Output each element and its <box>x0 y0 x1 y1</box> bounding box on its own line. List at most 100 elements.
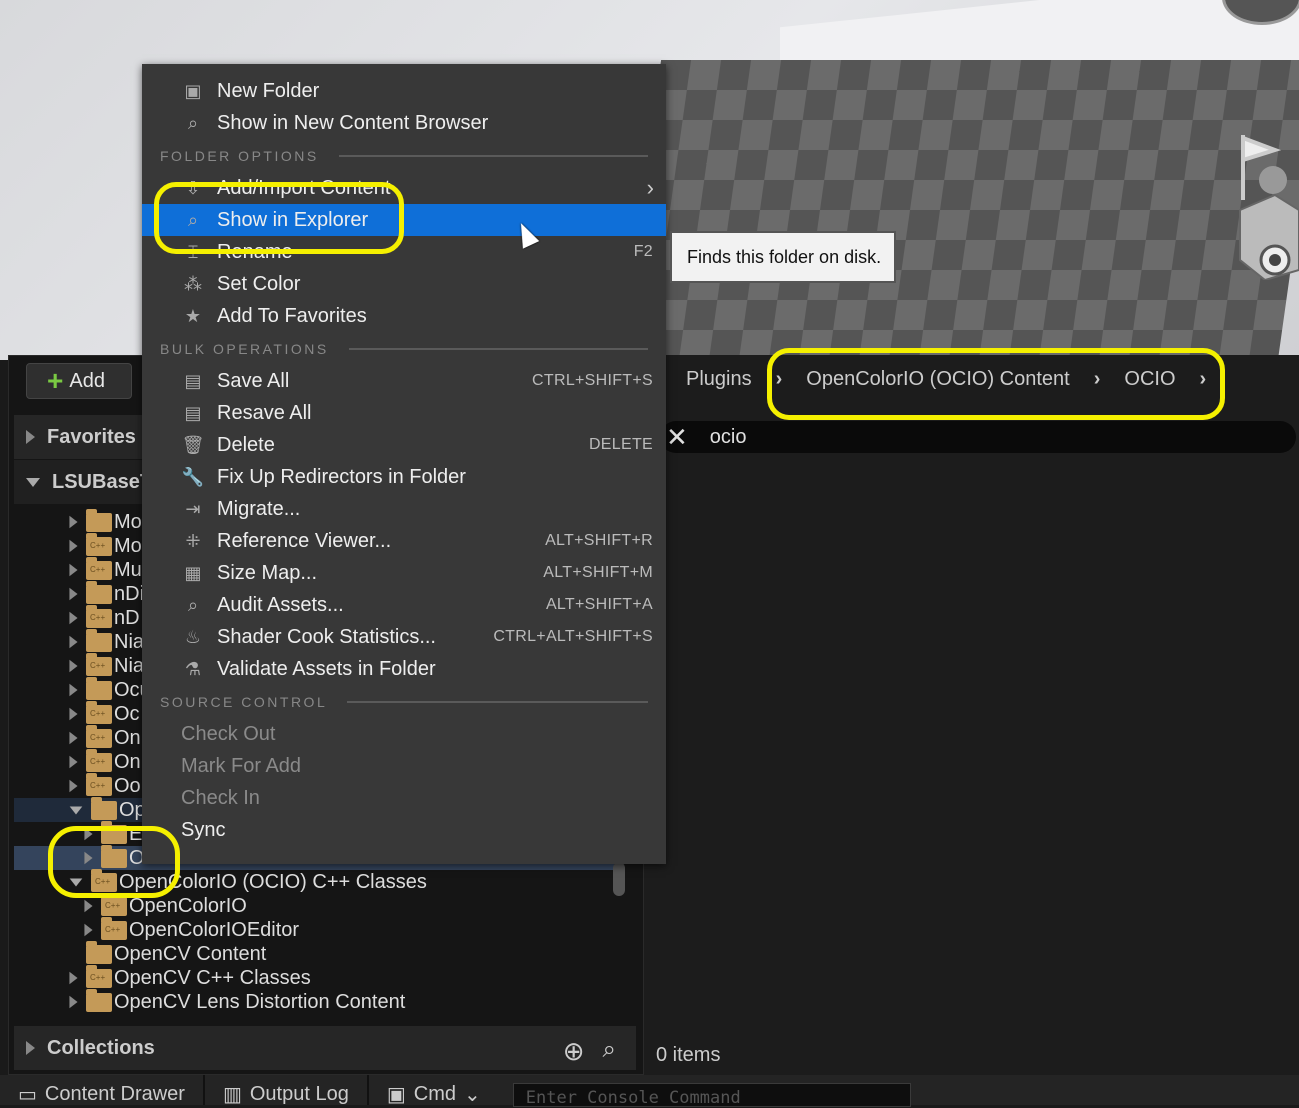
expand-arrow-icon[interactable] <box>69 635 78 649</box>
expand-arrow-icon[interactable] <box>69 755 78 769</box>
folder-icon <box>91 796 117 820</box>
add-button[interactable]: + Add <box>26 363 132 399</box>
folder-icon <box>86 676 112 700</box>
collapse-arrow-icon <box>26 477 40 487</box>
menu-item-resave-all[interactable]: ▤ Resave All <box>142 397 666 429</box>
tree-scrollbar[interactable] <box>613 862 625 896</box>
expand-arrow-icon[interactable] <box>69 683 78 697</box>
cmd-dropdown[interactable]: ▣ Cmd ⌄ <box>369 1075 499 1106</box>
menu-item-label: Save All <box>217 369 290 392</box>
menu-item-label: Audit Assets... <box>217 593 344 616</box>
expand-arrow-icon[interactable] <box>69 611 78 625</box>
menu-item-check-in[interactable]: Check In <box>142 782 666 814</box>
menu-item-save-all[interactable]: ▤ Save All CTRL+SHIFT+S <box>142 365 666 397</box>
menu-item-add-to-favorites[interactable]: ★ Add To Favorites <box>142 300 666 332</box>
tree-item-label: On <box>114 726 141 749</box>
console-input[interactable]: Enter Console Command <box>512 1083 911 1108</box>
menu-item-audit-assets[interactable]: ⌕ Audit Assets... ALT+SHIFT+A <box>142 589 666 621</box>
shader-icon: ♨ <box>184 626 202 647</box>
cpp-folder-icon <box>86 532 112 556</box>
expand-arrow-icon <box>26 430 35 444</box>
output-log-label: Output Log <box>249 1082 349 1105</box>
cmd-label: Cmd <box>413 1082 456 1105</box>
status-bar: ▭ Content Drawer ▥ Output Log ▣ Cmd ⌄ Enter … <box>0 1075 1299 1108</box>
output-log-button[interactable]: ▥ Output Log <box>205 1075 369 1106</box>
menu-item-check-out[interactable]: Check Out <box>142 718 666 750</box>
menu-item-label: Shader Cook Statistics... <box>217 625 436 648</box>
menu-item-delete[interactable]: 🗑 Delete DELETE <box>142 429 666 461</box>
expand-arrow-icon[interactable] <box>69 539 78 553</box>
item-count: 0 items <box>656 1044 721 1066</box>
tree-item[interactable]: OpenCV Lens Distortion Content <box>14 988 614 1014</box>
menu-item-migrate[interactable]: ⇥ Migrate... <box>142 493 666 525</box>
expand-arrow-icon[interactable] <box>69 587 78 601</box>
expand-arrow-icon[interactable] <box>84 923 93 937</box>
tree-item-label: Mu <box>114 558 142 581</box>
add-collection-icon[interactable]: ⊕ <box>563 1036 585 1067</box>
menu-item-label: Add To Favorites <box>217 304 367 327</box>
shortcut-label: ALT+SHIFT+A <box>545 596 653 613</box>
folder-search-icon: ⌕ <box>187 112 199 133</box>
tree-item-label: On <box>114 750 141 773</box>
expand-arrow-icon[interactable] <box>69 659 78 673</box>
menu-item-size-map[interactable]: ▦ Size Map... ALT+SHIFT+M <box>142 557 666 589</box>
menu-item-mark-for-add[interactable]: Mark For Add <box>142 750 666 782</box>
trash-icon: 🗑 <box>181 434 205 455</box>
expand-arrow-icon[interactable] <box>84 899 93 913</box>
menu-item-new-folder[interactable]: ▣ New Folder <box>142 75 666 107</box>
tree-item-label: Mo <box>114 510 142 533</box>
annotation-highlight-show-in-explorer <box>154 182 404 254</box>
tree-item[interactable]: OpenCV Content <box>14 940 614 966</box>
content-drawer-button[interactable]: ▭ Content Drawer <box>0 1075 205 1106</box>
menu-item-label: Check In <box>181 786 260 809</box>
collections-section[interactable]: Collections ⊕ ⌕ <box>14 1026 636 1070</box>
divider <box>348 347 648 350</box>
menu-item-reference-viewer[interactable]: ⁜ Reference Viewer... ALT+SHIFT+R <box>142 525 666 557</box>
tree-item[interactable]: OpenCV C++ Classes <box>14 964 614 990</box>
cpp-folder-icon <box>86 724 112 748</box>
search-icon[interactable]: ⌕ <box>603 1036 616 1067</box>
cpp-folder-icon <box>86 748 112 772</box>
menu-item-fix-up-redirectors-in-folder[interactable]: 🔧 Fix Up Redirectors in Folder <box>142 461 666 493</box>
menu-item-shader-cook-statistics[interactable]: ♨ Shader Cook Statistics... CTRL+ALT+SHIFT… <box>142 621 666 653</box>
save-icon: ▤ <box>184 402 202 423</box>
terminal-icon: ▣ <box>386 1083 406 1106</box>
viewport-checker-floor <box>618 60 1299 360</box>
menu-item-show-in-new-content-browser[interactable]: ⌕ Show in New Content Browser <box>142 107 666 139</box>
menu-item-set-color[interactable]: ⁂ Set Color <box>142 268 666 300</box>
reference-icon: ⁜ <box>185 530 201 551</box>
menu-item-label: Set Color <box>217 272 301 295</box>
expand-arrow-icon[interactable] <box>69 563 78 577</box>
expand-arrow-icon[interactable] <box>69 779 78 793</box>
expand-arrow-icon[interactable] <box>69 995 78 1009</box>
shortcut-label: ALT+SHIFT+R <box>545 532 653 549</box>
menu-item-label: New Folder <box>217 79 320 102</box>
expand-arrow-icon[interactable] <box>69 971 78 985</box>
tree-item-label: OpenCV C++ Classes <box>114 966 311 989</box>
breadcrumb-plugins[interactable]: Plugins <box>686 368 752 391</box>
menu-item-validate-assets-in-folder[interactable]: ⚗ Validate Assets in Folder <box>142 653 666 685</box>
tree-item-label: OpenCV Content <box>114 942 267 965</box>
tree-item[interactable]: OpenColorIOEditor <box>14 916 614 942</box>
clear-search-icon[interactable]: ✕ <box>666 422 688 453</box>
size-map-icon: ▦ <box>184 562 202 583</box>
expand-arrow-icon[interactable] <box>69 707 78 721</box>
cpp-folder-icon <box>86 700 112 724</box>
wrench-icon: 🔧 <box>181 466 205 487</box>
audit-icon: ⌕ <box>187 594 199 615</box>
collapse-arrow-icon[interactable] <box>69 805 83 815</box>
tree-item-label: Nia <box>114 654 145 677</box>
menu-item-label: Migrate... <box>217 497 301 520</box>
menu-item-label: Sync <box>181 818 226 841</box>
expand-arrow-icon[interactable] <box>69 731 78 745</box>
search-value: ocio <box>709 425 747 448</box>
content-drawer-label: Content Drawer <box>44 1082 185 1105</box>
expand-arrow-icon[interactable] <box>69 515 78 529</box>
output-log-icon: ▥ <box>222 1083 242 1106</box>
shortcut-label: ALT+SHIFT+M <box>543 564 653 581</box>
viewport-gizmo-icon[interactable] <box>1235 130 1299 280</box>
search-input[interactable]: ✕ ocio <box>660 421 1296 453</box>
menu-item-sync[interactable]: Sync <box>142 814 666 846</box>
menu-item-label: Fix Up Redirectors in Folder <box>217 465 466 488</box>
divider <box>347 700 648 703</box>
